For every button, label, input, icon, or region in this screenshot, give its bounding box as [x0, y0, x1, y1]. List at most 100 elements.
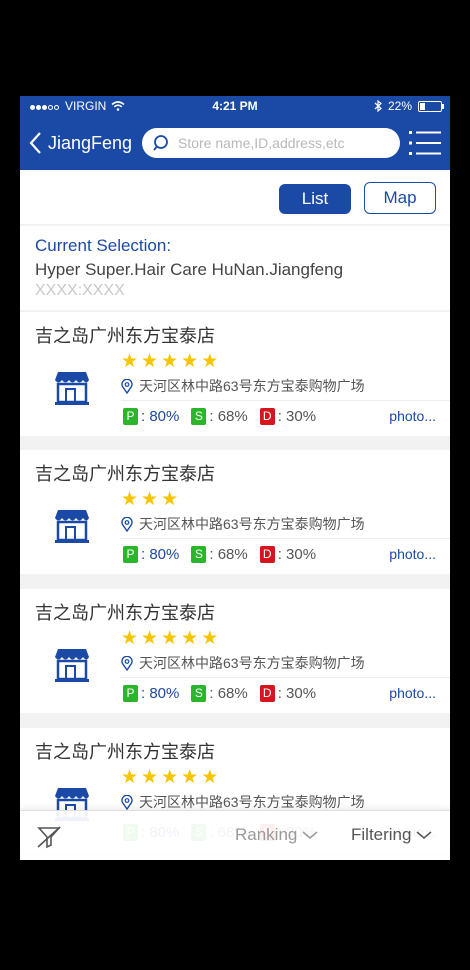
star-icon: ★	[161, 489, 182, 510]
star-icon: ★	[141, 628, 162, 649]
store-name: 吉之岛广州东方宝泰店	[35, 603, 215, 623]
star-icon: ★	[181, 628, 202, 649]
star-icon: ★	[121, 767, 142, 788]
bluetooth-icon	[374, 100, 382, 112]
store-metrics: P: 80% S: 68% D: 30%	[123, 408, 328, 425]
address-text: 天河区林中路63号东方宝泰购物广场	[139, 378, 365, 394]
metric-p: P: 80%	[123, 685, 179, 702]
view-toggle-bar: List Map	[20, 170, 450, 224]
metric-d: D: 30%	[259, 546, 317, 563]
photo-link[interactable]: photo...	[389, 685, 436, 701]
store-card[interactable]: 吉之岛广州东方宝泰店 ★★★ 天河区林中路63号东方宝泰购物广场 P: 80%…	[20, 450, 450, 574]
chevron-down-icon	[416, 831, 432, 839]
metric-s: S: 68%	[191, 408, 248, 425]
star-rating: ★★★★★	[121, 627, 221, 650]
star-icon: ★	[121, 489, 142, 510]
store-card[interactable]: 吉之岛广州东方宝泰店 ★★★★★ 天河区林中路63号东方宝泰购物广场	[20, 589, 450, 713]
s-badge: S	[191, 546, 207, 563]
p-value: : 80%	[141, 546, 180, 563]
s-value: : 68%	[209, 408, 248, 425]
filtering-button[interactable]: Filtering	[351, 825, 432, 845]
menu-list-icon	[409, 131, 441, 155]
store-card[interactable]: 吉之岛广州东方宝泰店 ★★★★★ 天河区林中路63号东方宝泰购物广场	[20, 312, 450, 436]
s-value: : 68%	[209, 685, 248, 702]
star-icon: ★	[161, 767, 182, 788]
address-text: 天河区林中路63号东方宝泰购物广场	[139, 516, 365, 532]
phone-frame: VIRGIN 4:21 PM 22% JiangFeng Store name,…	[0, 0, 470, 970]
metric-p: P: 80%	[123, 408, 179, 425]
location-pin-icon	[121, 794, 133, 810]
s-badge: S	[191, 685, 207, 702]
search-icon	[153, 135, 168, 151]
location-pin-icon	[121, 378, 133, 394]
s-value: : 68%	[209, 546, 248, 563]
star-icon: ★	[201, 351, 222, 372]
star-icon: ★	[161, 628, 182, 649]
battery-percent: 22%	[387, 99, 412, 113]
selection-label: Current Selection:	[35, 236, 172, 255]
p-badge: P	[123, 546, 138, 563]
selection-name: Hyper Super.Hair Care HuNan.Jiangfeng	[35, 260, 344, 279]
d-value: : 30%	[277, 685, 317, 702]
metric-s: S: 68%	[191, 685, 248, 702]
store-address: 天河区林中路63号东方宝泰购物广场	[121, 792, 365, 812]
star-rating: ★★★★★	[121, 350, 221, 373]
photo-link[interactable]: photo...	[389, 408, 436, 424]
search-input[interactable]	[176, 134, 390, 152]
metric-d: D: 30%	[259, 408, 316, 425]
star-icon: ★	[121, 628, 142, 649]
ranking-button[interactable]: Ranking	[235, 825, 318, 845]
star-icon: ★	[141, 489, 162, 510]
chevron-down-icon	[302, 831, 318, 839]
shop-icon	[52, 370, 92, 411]
list-view-button[interactable]: List	[279, 184, 351, 214]
store-address: 天河区林中路63号东方宝泰购物广场	[121, 653, 365, 673]
status-bar: VIRGIN 4:21 PM 22%	[20, 96, 450, 116]
bottom-bar: Ranking Filtering	[20, 810, 450, 860]
star-icon: ★	[201, 767, 222, 788]
photo-link[interactable]: photo...	[389, 546, 436, 562]
star-icon: ★	[141, 351, 162, 372]
divider	[121, 677, 450, 678]
back-label: JiangFeng	[48, 132, 133, 153]
star-rating: ★★★★★	[121, 766, 221, 789]
nav-bar: JiangFeng	[20, 116, 450, 170]
back-chevron-icon	[29, 132, 41, 154]
status-right: 22%	[374, 99, 444, 113]
p-badge: P	[123, 408, 138, 425]
d-badge: D	[259, 408, 275, 425]
battery-icon	[418, 100, 444, 112]
clear-filter-button[interactable]	[36, 825, 62, 854]
screen: VIRGIN 4:21 PM 22% JiangFeng Store name,…	[20, 96, 450, 860]
d-badge: D	[259, 546, 275, 563]
store-address: 天河区林中路63号东方宝泰购物广场	[121, 376, 365, 396]
address-text: 天河区林中路63号东方宝泰购物广场	[139, 794, 365, 810]
star-icon: ★	[161, 351, 182, 372]
star-icon: ★	[181, 767, 202, 788]
clear-filter-icon	[37, 826, 61, 849]
search-box[interactable]	[142, 128, 400, 158]
store-metrics: P: 80% S: 68% D: 30%	[123, 546, 328, 563]
menu-button[interactable]	[408, 130, 442, 156]
s-badge: S	[191, 408, 207, 425]
divider	[121, 538, 450, 539]
store-metrics: P: 80% S: 68% D: 30%	[123, 685, 328, 702]
p-value: : 80%	[141, 408, 180, 425]
shop-icon	[52, 508, 92, 549]
filtering-label: Filtering	[351, 825, 412, 844]
store-name: 吉之岛广州东方宝泰店	[35, 326, 215, 346]
back-button[interactable]: JiangFeng	[28, 127, 132, 159]
star-icon: ★	[121, 351, 142, 372]
store-name: 吉之岛广州东方宝泰店	[35, 742, 215, 762]
shop-icon	[52, 647, 92, 688]
divider	[121, 400, 450, 401]
store-name: 吉之岛广州东方宝泰店	[35, 464, 215, 484]
metric-d: D: 30%	[259, 685, 317, 702]
current-selection: Current Selection: Hyper Super.Hair Care…	[20, 226, 450, 310]
ranking-label: Ranking	[235, 825, 298, 844]
d-badge: D	[259, 685, 275, 702]
map-view-button[interactable]: Map	[364, 182, 436, 214]
star-icon: ★	[181, 351, 202, 372]
d-value: : 30%	[277, 546, 317, 563]
star-rating: ★★★	[121, 488, 181, 511]
